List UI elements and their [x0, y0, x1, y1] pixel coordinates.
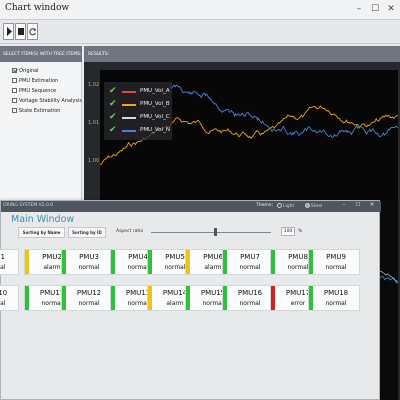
pmu-card[interactable]: PMU7 normal	[222, 249, 274, 275]
pmu-card[interactable]: PMU16 normal	[222, 285, 274, 311]
legend-swatch	[122, 117, 136, 119]
pmu-name: PMU7	[240, 253, 260, 261]
main-window-titlebar[interactable]: ORING SYSTEM V2.0.0 Theme: Light Steel –…	[1, 201, 381, 212]
checkbox-icon	[12, 108, 17, 113]
legend-item[interactable]: ✔ PMU_Vol_B	[107, 98, 171, 110]
slider-thumb[interactable]	[213, 228, 217, 236]
pmu-card[interactable]: PMU10 normal	[0, 285, 19, 311]
close-button[interactable]: ✕	[367, 202, 377, 208]
checkbox-icon	[12, 98, 17, 103]
desktop: Chart window – ☐ ✕ SELECT ITEM(S) WITH T…	[0, 0, 400, 400]
maximize-button[interactable]: ☐	[368, 3, 382, 16]
legend-swatch	[122, 130, 136, 132]
tree-panel: Original PMU Estimation PMU Sequence Vol…	[0, 62, 82, 212]
legend-swatch	[122, 91, 136, 93]
results-header: RESULTS:	[84, 46, 400, 62]
pmu-status: normal	[325, 300, 347, 307]
minimize-button[interactable]: –	[339, 202, 349, 208]
legend-item[interactable]: ✔ PMU_Vol_C	[107, 111, 171, 123]
check-icon: ✔	[109, 86, 117, 96]
legend-item[interactable]: ✔ PMU_Vol_N	[107, 124, 171, 136]
chart-legend: ✔ PMU_Vol_A ✔ PMU_Vol_B ✔ PMU_Vol_C ✔ PM…	[104, 82, 172, 140]
tree-panel-header: SELECT ITEM(S) WITH TREE ITEMS:	[0, 46, 82, 62]
tree-item-voltage-stability[interactable]: Voltage Stability Analysis	[12, 98, 82, 105]
pmu-card[interactable]: PMU12 normal	[61, 285, 113, 311]
pmu-name: PMU10	[0, 289, 8, 297]
chart-window-title: Chart window	[5, 3, 70, 13]
chart-window-titlebar[interactable]: Chart window – ☐ ✕	[0, 0, 400, 20]
theme-option-steel[interactable]: Steel	[305, 203, 322, 209]
pmu-status: normal	[78, 300, 100, 307]
play-icon	[7, 27, 12, 36]
pmu-name: PMU12	[76, 289, 102, 297]
pmu-status: normal	[325, 264, 347, 271]
refresh-icon	[29, 28, 37, 36]
pmu-name: PMU3	[79, 253, 99, 261]
page-title: Main Window	[11, 214, 75, 225]
theme-label: Theme:	[256, 203, 274, 208]
aspect-ratio-input[interactable]: 100	[281, 227, 295, 236]
pmu-status: normal	[78, 264, 100, 271]
pmu-name: PMU16	[237, 289, 263, 297]
tree-item-state-estimation[interactable]: State Estimation	[12, 108, 60, 115]
aspect-ratio-slider[interactable]	[151, 232, 271, 233]
check-icon: ✔	[109, 125, 117, 135]
y-tick-label: 1.01	[88, 120, 100, 126]
refresh-button[interactable]	[27, 23, 38, 40]
pmu-name: PMU18	[323, 289, 349, 297]
checkbox-icon	[12, 88, 17, 93]
chart-toolbar	[0, 20, 400, 44]
check-icon: ✔	[109, 112, 117, 122]
system-version: ORING SYSTEM V2.0.0	[3, 203, 54, 208]
pmu-card[interactable]: PMU9 normal	[308, 249, 360, 275]
pmu-status: normal	[0, 264, 6, 271]
tree-item-pmu-estimation[interactable]: PMU Estimation	[12, 78, 58, 85]
pmu-status: normal	[239, 264, 261, 271]
pmu-card[interactable]: PMU18 normal	[308, 285, 360, 311]
play-button[interactable]	[3, 23, 14, 40]
y-tick-label: 1.02	[88, 82, 100, 88]
sort-by-name-button[interactable]: Sorting by Name	[18, 227, 65, 238]
stop-button[interactable]	[15, 23, 26, 40]
pmu-card[interactable]: PMU1 normal	[0, 249, 19, 275]
checkbox-icon	[12, 68, 17, 73]
pmu-card[interactable]: PMU3 normal	[61, 249, 113, 275]
stop-icon	[18, 28, 24, 35]
y-tick-label: 1.00	[88, 158, 100, 164]
checkbox-icon	[12, 78, 17, 83]
legend-item[interactable]: ✔ PMU_Vol_A	[107, 85, 171, 97]
radio-icon	[277, 203, 282, 208]
theme-option-light[interactable]: Light	[277, 203, 294, 209]
pmu-status: normal	[239, 300, 261, 307]
check-icon: ✔	[109, 99, 117, 109]
tree-item-pmu-sequence[interactable]: PMU Sequence	[12, 88, 56, 95]
tree-item-original[interactable]: Original	[12, 68, 39, 75]
minimize-button[interactable]: –	[352, 3, 366, 16]
pmu-name: PMU1	[0, 253, 5, 261]
maximize-button[interactable]: ☐	[353, 202, 363, 208]
legend-swatch	[122, 104, 136, 106]
radio-selected-icon	[305, 203, 310, 208]
aspect-ratio-unit: %	[298, 229, 303, 234]
aspect-ratio-label: Aspect ratio	[116, 229, 144, 234]
sort-by-id-button[interactable]: Sorting by ID	[68, 227, 106, 238]
close-button[interactable]: ✕	[384, 3, 398, 16]
pmu-name: PMU9	[326, 253, 346, 261]
pmu-status: normal	[0, 300, 6, 307]
main-window: ORING SYSTEM V2.0.0 Theme: Light Steel –…	[0, 200, 381, 400]
